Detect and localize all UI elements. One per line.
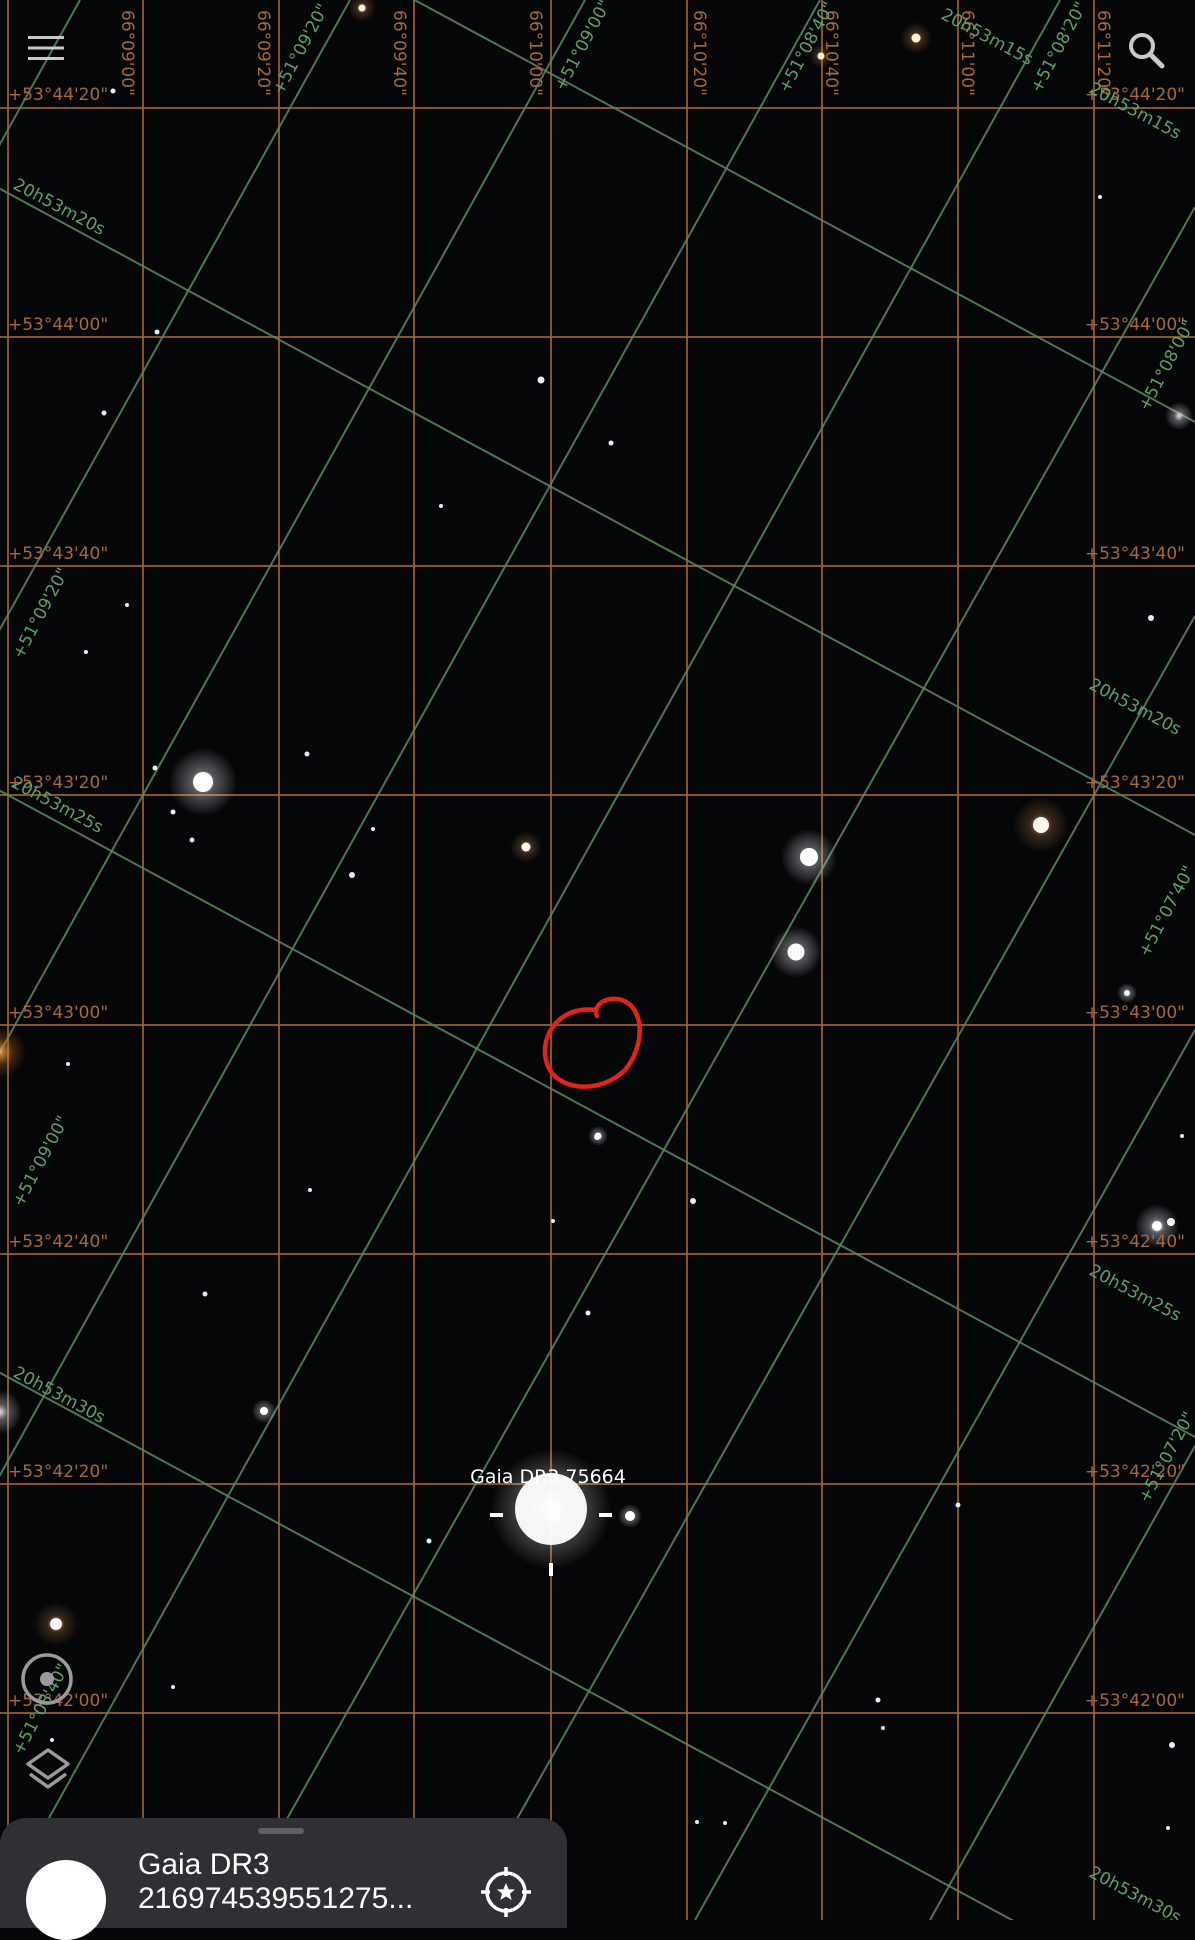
object-catalog-name: Gaia DR3: [138, 1848, 270, 1881]
dec-eq-label: +51°08'20": [1027, 0, 1092, 96]
dec-label: +53°43'40": [8, 544, 108, 564]
dec-label: +53°43'20": [1085, 773, 1185, 793]
menu-button[interactable]: [18, 20, 74, 76]
dec-label: +53°42'00": [1085, 1691, 1185, 1711]
search-button[interactable]: [1118, 22, 1174, 78]
ra-label: 20h53m25s: [1086, 1261, 1185, 1326]
ra-label: 20h53m15s: [938, 5, 1037, 70]
dec-eq-label: +51°07'20": [1135, 1409, 1195, 1507]
dec-eq-label: +51°09'00": [9, 1113, 74, 1211]
annotation-circle: [542, 996, 642, 1089]
target-icon: [21, 1653, 73, 1705]
search-icon: [1129, 33, 1165, 69]
object-thumbnail: [26, 1860, 106, 1940]
dec-labels-left: +53°44'20" +53°44'00" +53°43'40" +53°43'…: [8, 85, 108, 1711]
target-button[interactable]: [12, 1644, 82, 1714]
dec-label: +53°43'00": [1085, 1003, 1185, 1023]
sky-map[interactable]: +53°44'20" +53°44'00" +53°43'40" +53°43'…: [0, 0, 1195, 1920]
dec-eq-label: +51°07'40": [1135, 863, 1195, 961]
top-label: 66°09'20": [253, 10, 273, 96]
dec-label: +53°42'40": [1085, 1232, 1185, 1252]
hamburger-menu-icon: [28, 36, 64, 60]
bright-stars: [0, 0, 1193, 1646]
top-label: 66°10'20": [689, 10, 709, 96]
dec-label: +53°43'40": [1085, 544, 1185, 564]
dec-label: +53°43'00": [8, 1003, 108, 1023]
ra-label: 20h53m20s: [1086, 675, 1185, 740]
selected-object-label: Gaia DR3 75664: [470, 1466, 626, 1488]
top-label: 66°10'00": [525, 10, 545, 96]
dec-label: +53°42'20": [8, 1462, 108, 1482]
top-label: 66°09'40": [389, 10, 409, 96]
top-label: 66°09'00": [117, 10, 137, 96]
ra-label: 20h53m30s: [10, 1363, 109, 1428]
crosshair-star-icon: [481, 1867, 531, 1917]
dec-eq-label: +51°09'20": [9, 565, 74, 663]
ra-label: 20h53m20s: [10, 175, 109, 240]
layers-icon: [26, 1748, 70, 1789]
dec-eq-label: +51°09'00": [551, 0, 616, 94]
faint-stars: [50, 88, 1184, 1830]
dec-label: +53°44'00": [8, 315, 108, 335]
dec-label: +53°42'40": [8, 1232, 108, 1252]
layers-button[interactable]: [16, 1738, 80, 1802]
ra-label: 20h53m30s: [1086, 1863, 1185, 1920]
equatorial-grid: [0, 0, 1195, 1920]
sheet-drag-handle[interactable]: [258, 1828, 304, 1834]
dec-label: +53°44'00": [1085, 315, 1185, 335]
dec-label: +53°44'20": [8, 85, 108, 105]
object-id: 216974539551275...: [138, 1882, 414, 1915]
object-info-sheet[interactable]: Gaia DR3 216974539551275...: [0, 1818, 567, 1940]
alt-az-grid: [0, 0, 1195, 1920]
eq-grid-labels: 20h53m15s 20h53m15s 20h53m20s 20h53m20s …: [8, 0, 1195, 1920]
center-on-object-button[interactable]: [478, 1864, 534, 1920]
